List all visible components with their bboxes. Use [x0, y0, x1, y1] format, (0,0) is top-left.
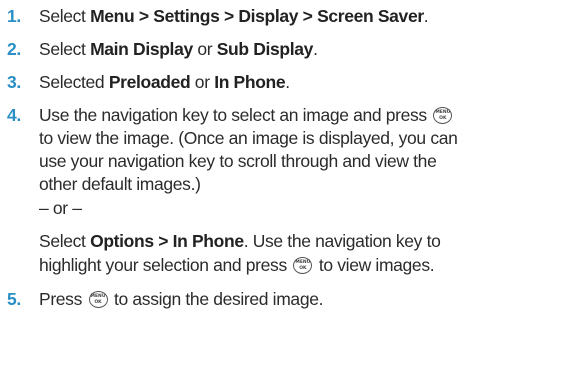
step-number: 2.: [7, 39, 21, 59]
key-label: MENU: [435, 110, 451, 115]
key-label: MENU: [90, 294, 106, 299]
step-text: Selected Preloaded or In Phone.: [39, 71, 290, 93]
step-text-part: Selected: [39, 72, 109, 92]
option-label: In Phone: [214, 72, 286, 92]
step-number: 4.: [7, 105, 21, 125]
step-text-part: Use the navigation key to select an imag…: [39, 105, 427, 125]
step-text: Select Main Display or Sub Display.: [39, 38, 318, 60]
menu-path: Menu > Settings > Display > Screen Saver: [90, 6, 424, 26]
key-label: OK: [439, 116, 447, 121]
step-text-part: .: [313, 39, 318, 59]
option-label: Main Display: [90, 39, 193, 59]
step-text: Press MENU OK to assign the desired image…: [39, 288, 323, 310]
step-text-part: or: [190, 72, 215, 92]
step-text: other default images.): [39, 174, 201, 194]
key-label: OK: [94, 300, 102, 305]
option-label: Sub Display: [216, 39, 314, 59]
step-number: 3.: [7, 72, 21, 92]
step-text-part: Select: [39, 39, 91, 59]
step-text: use your navigation key to scroll throug…: [39, 151, 437, 171]
step-text-part: .: [423, 6, 429, 26]
step-text-part: Select: [39, 231, 91, 251]
step-text: Select Options > In Phone. Use the navig…: [39, 230, 441, 252]
or-separator: – or –: [39, 198, 82, 218]
key-label: OK: [299, 266, 307, 271]
step-text-part: .: [285, 72, 290, 92]
step-text-part: highlight your selection and press: [39, 255, 287, 275]
step-text: Use the navigation key to select an imag…: [39, 104, 454, 126]
menu-ok-key-icon: MENU OK: [293, 257, 313, 274]
step-text-part: Press: [39, 289, 82, 309]
step-text-part: or: [192, 39, 217, 59]
step-text-part: Select: [39, 6, 91, 26]
step-text-part: to view images.: [318, 255, 435, 275]
step-text-part: . Use the navigation key to: [243, 231, 441, 251]
key-label: MENU: [295, 260, 311, 265]
step-number: 1.: [7, 6, 21, 26]
step-text: to view the image. (Once an image is dis…: [39, 128, 458, 148]
option-label: Preloaded: [108, 72, 191, 92]
step-text: Select Menu > Settings > Display > Scree…: [39, 5, 429, 27]
menu-ok-key-icon: MENU OK: [433, 107, 453, 124]
step-number: 5.: [7, 289, 21, 309]
step-text-part: to assign the desired image.: [114, 289, 324, 309]
step-text: highlight your selection and press MENU O…: [39, 254, 435, 276]
instruction-steps: 1. Select Menu > Settings > Display > Sc…: [0, 0, 570, 379]
menu-ok-key-icon: MENU OK: [88, 291, 108, 308]
menu-path: Options > In Phone: [90, 231, 244, 251]
